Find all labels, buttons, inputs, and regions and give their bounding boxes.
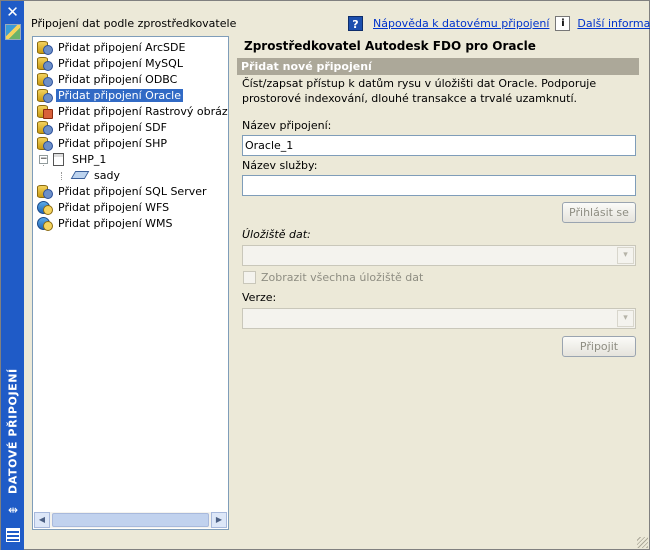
database-icon <box>37 136 53 151</box>
login-button[interactable]: Přihlásit se <box>562 202 636 223</box>
tree-item-sdf[interactable]: Přidat připojení SDF <box>37 119 169 135</box>
document-icon <box>53 152 64 166</box>
tree-item-label: Přidat připojení ODBC <box>58 72 178 86</box>
help-link[interactable]: Nápověda k datovému připojení <box>373 17 549 30</box>
tree-item-label: Přidat připojení WFS <box>58 200 170 214</box>
tree-item-label: Přidat připojení WMS <box>58 216 173 230</box>
info-icon[interactable]: i <box>555 15 571 31</box>
help-icon[interactable]: ? <box>348 15 363 31</box>
tree-item-label: Přidat připojení MySQL <box>58 56 183 70</box>
tree-item-label: Přidat připojení SDF <box>58 120 167 134</box>
database-icon <box>37 40 53 55</box>
tree-item-odbc[interactable]: Přidat připojení ODBC <box>37 71 179 87</box>
horizontal-scrollbar[interactable]: ◀ ▶ <box>34 512 227 528</box>
schema-icon <box>70 171 90 179</box>
show-all-label: Zobrazit všechna úložiště dat <box>261 271 424 284</box>
globe-icon <box>37 200 53 215</box>
tree-item-label: sady <box>94 168 120 182</box>
raster-image-icon <box>37 104 53 119</box>
tree-item-arcsde[interactable]: Přidat připojení ArcSDE <box>37 39 187 55</box>
tree-item-label: Přidat připojení SQL Server <box>58 184 207 198</box>
version-label: Verze: <box>242 291 277 304</box>
palette-title-text: DATOVÉ PŘIPOJENÍ <box>6 368 20 494</box>
tree-item-sql-server[interactable]: Přidat připojení SQL Server <box>37 183 209 199</box>
service-name-label: Název služby: <box>242 159 318 172</box>
version-select[interactable]: ▾ <box>242 308 636 329</box>
tree-item-shp-1[interactable]: − SHP_1 <box>39 151 108 167</box>
provider-tree[interactable]: Přidat připojení ArcSDE Přidat připojení… <box>32 36 229 530</box>
provider-description: Číst/zapsat přístup k datům rysu v úloži… <box>242 77 597 105</box>
resize-grip-icon[interactable] <box>637 537 648 548</box>
collapse-icon[interactable]: − <box>39 154 48 164</box>
auto-hide-icon[interactable]: ⇹ <box>5 503 21 517</box>
tree-line <box>61 172 62 180</box>
close-icon[interactable]: ✕ <box>4 4 21 21</box>
connection-name-input[interactable] <box>242 135 636 156</box>
tree-item-label: Přidat připojení ArcSDE <box>58 40 186 54</box>
chevron-down-icon[interactable]: ▾ <box>617 247 634 264</box>
show-all-checkbox[interactable] <box>243 271 256 284</box>
tree-item-wfs[interactable]: Přidat připojení WFS <box>37 199 171 215</box>
tree-item-shp[interactable]: Přidat připojení SHP <box>37 135 169 151</box>
provider-title: Zprostředkovatel Autodesk FDO pro Oracle <box>244 39 536 53</box>
database-icon <box>37 120 53 135</box>
tree-item-raster[interactable]: Přidat připojení Rastrový obrázek nebo D… <box>37 103 228 119</box>
tree-item-label: Přidat připojení Rastrový obrázek nebo D… <box>58 104 228 118</box>
tree-item-label: Přidat připojení Oracle <box>56 88 183 102</box>
tree-item-oracle[interactable]: Přidat připojení Oracle <box>37 87 183 103</box>
connect-button[interactable]: Připojit <box>562 336 636 357</box>
providers-caption: Připojení dat podle zprostředkovatele <box>31 17 237 30</box>
datastore-select[interactable]: ▾ <box>242 245 636 266</box>
datastore-label: Úložiště dat: <box>242 228 311 241</box>
chevron-down-icon[interactable]: ▾ <box>617 310 634 327</box>
scroll-left-icon[interactable]: ◀ <box>34 512 50 528</box>
service-name-input[interactable] <box>242 175 636 196</box>
more-info-link[interactable]: Další informace <box>577 17 650 30</box>
database-icon <box>37 72 53 87</box>
tree-item-mysql[interactable]: Přidat připojení MySQL <box>37 55 185 71</box>
database-icon <box>37 88 53 103</box>
palette-title: DATOVÉ PŘIPOJENÍ <box>3 368 23 494</box>
data-connect-palette: ✕ DATOVÉ PŘIPOJENÍ ⇹ Připojení dat podle… <box>0 0 650 550</box>
help-links: ? Nápověda k datovému připojení i Další … <box>348 14 650 32</box>
tree-item-sady[interactable]: sady <box>70 167 122 183</box>
database-icon <box>37 56 53 71</box>
scroll-right-icon[interactable]: ▶ <box>211 512 227 528</box>
connection-name-label: Název připojení: <box>242 119 332 132</box>
tree-item-label: SHP_1 <box>72 152 107 166</box>
globe-icon <box>37 216 53 231</box>
show-all-datastores[interactable]: Zobrazit všechna úložiště dat <box>243 271 423 284</box>
palette-title-bar[interactable]: ✕ DATOVÉ PŘIPOJENÍ ⇹ <box>1 1 24 550</box>
section-header: Přidat nové připojení <box>237 58 639 75</box>
properties-icon[interactable] <box>5 24 21 40</box>
database-icon <box>37 184 53 199</box>
tree-item-label: Přidat připojení SHP <box>58 136 168 150</box>
palette-menu-icon[interactable] <box>6 528 20 542</box>
scrollbar-thumb[interactable] <box>52 513 209 527</box>
tree-item-wms[interactable]: Přidat připojení WMS <box>37 215 175 231</box>
